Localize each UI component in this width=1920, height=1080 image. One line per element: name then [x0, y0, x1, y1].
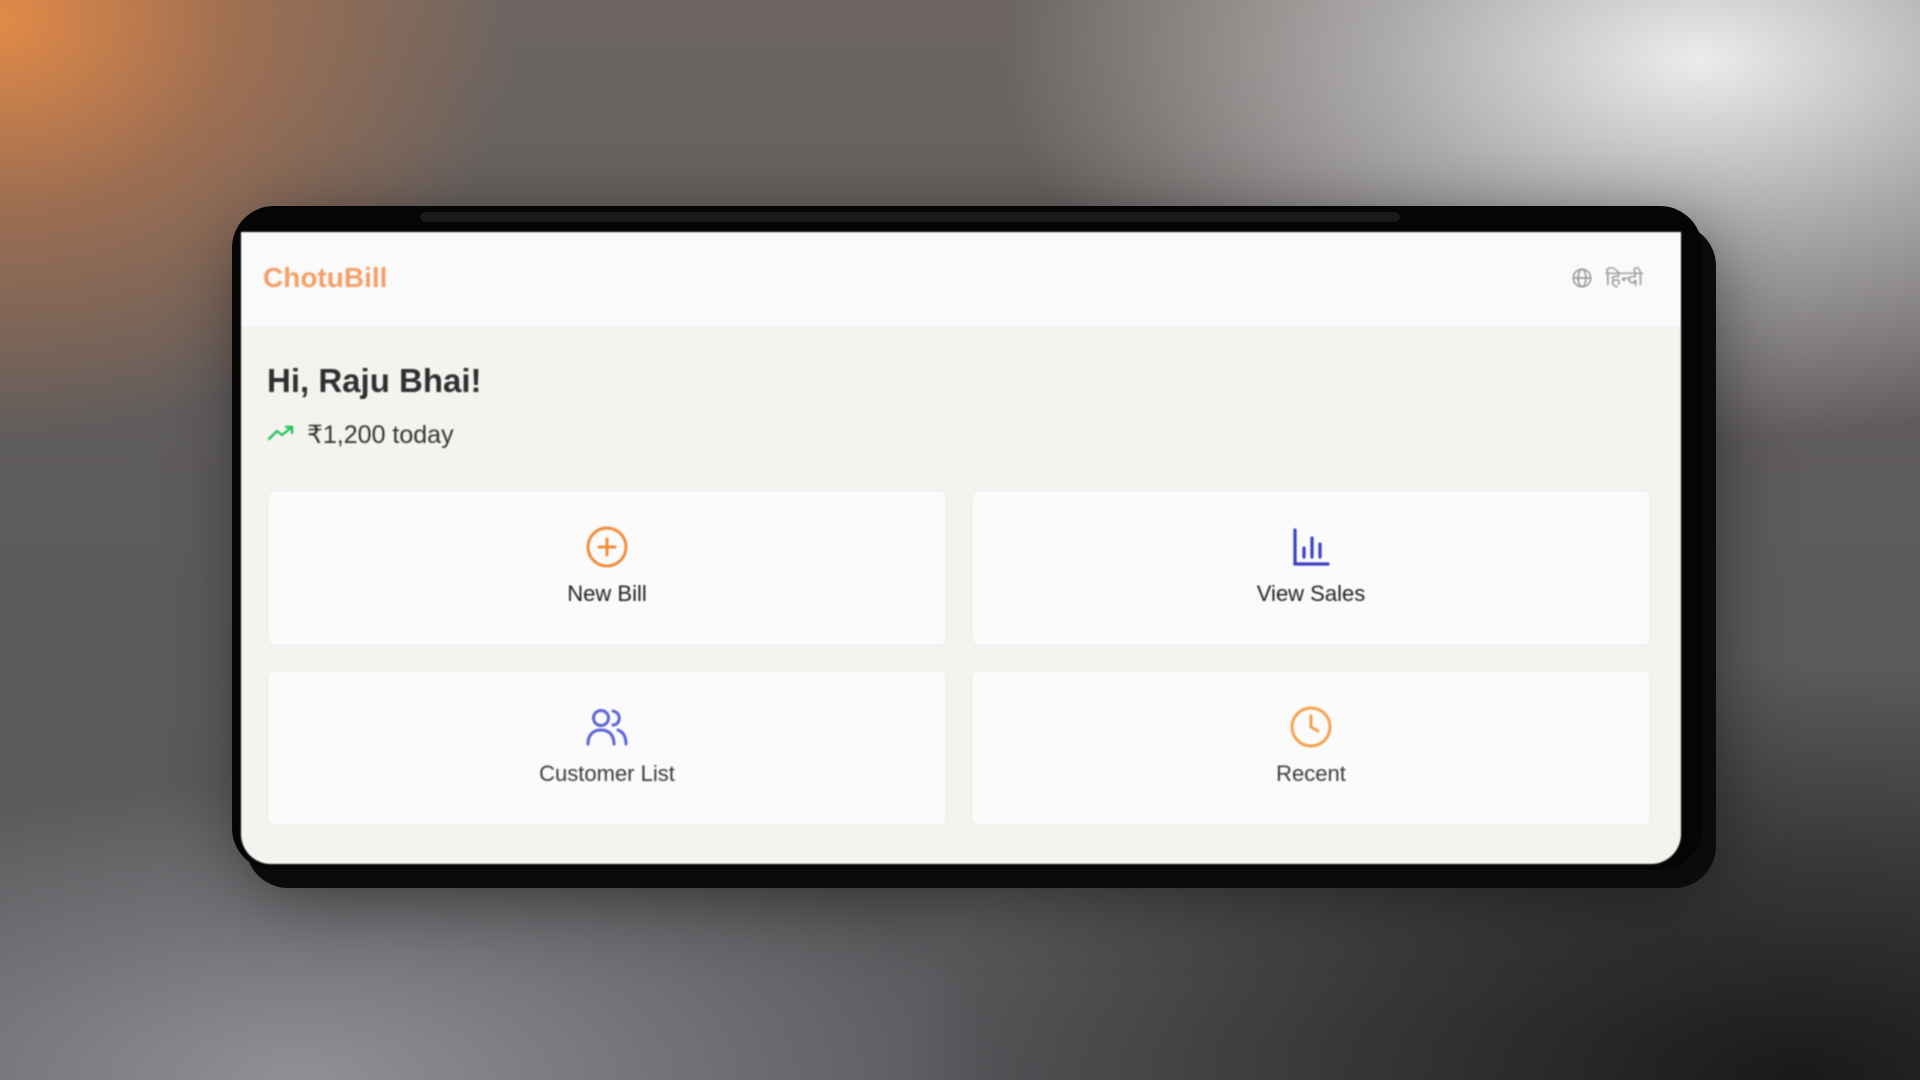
- view-sales-label: View Sales: [1256, 581, 1366, 606]
- new-bill-label: New Bill: [567, 581, 647, 606]
- recent-button[interactable]: Recent: [971, 670, 1651, 826]
- language-label: हिन्दी: [1605, 268, 1643, 290]
- sales-today-text: ₹1,200 today: [307, 421, 454, 449]
- trending-up-icon: [267, 421, 295, 450]
- sales-summary: ₹1,200 today: [267, 420, 454, 450]
- new-bill-button[interactable]: New Bill: [267, 490, 947, 646]
- bar-chart-icon: [1291, 525, 1331, 569]
- customer-list-button[interactable]: Customer List: [267, 670, 947, 826]
- globe-icon: [1571, 267, 1593, 289]
- greeting-heading: Hi, Raju Bhai!: [267, 362, 482, 399]
- clock-icon: [1289, 705, 1333, 749]
- app-logo: ChotuBill: [263, 262, 388, 293]
- phone-notch: [420, 212, 1400, 222]
- users-icon: [585, 705, 629, 749]
- recent-label: Recent: [1276, 761, 1346, 786]
- app-screen: ChotuBill हिन्दी Hi, Raju Bhai! ₹1,200 t…: [241, 232, 1681, 864]
- plus-circle-icon: [585, 525, 629, 569]
- customer-list-label: Customer List: [539, 761, 675, 786]
- action-grid: New Bill View Sales Customer List Recent: [267, 490, 1651, 826]
- language-toggle[interactable]: हिन्दी: [1571, 264, 1643, 291]
- app-header: ChotuBill हिन्दी: [241, 232, 1681, 326]
- view-sales-button[interactable]: View Sales: [971, 490, 1651, 646]
